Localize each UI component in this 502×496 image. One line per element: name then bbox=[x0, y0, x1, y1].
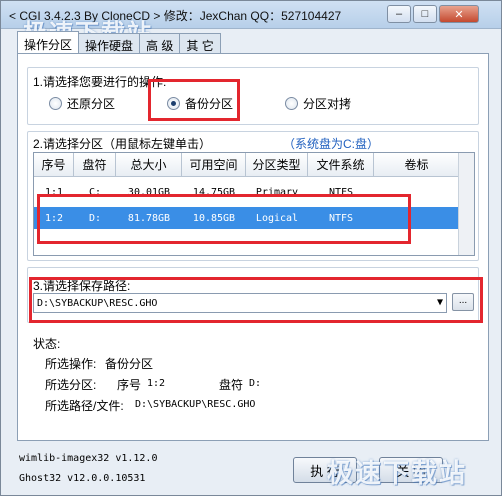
radio-clone-label: 分区对拷 bbox=[303, 97, 352, 111]
partition-label: 2.请选择分区（用鼠标左键单击） bbox=[33, 137, 212, 151]
highlight-box-path bbox=[29, 277, 483, 323]
ghost-version: Ghost32 v12.0.0.10531 bbox=[19, 473, 146, 484]
minimize-button[interactable]: – bbox=[387, 5, 411, 23]
tab-advanced[interactable]: 高 级 bbox=[139, 33, 181, 53]
table-scrollbar[interactable] bbox=[458, 153, 474, 255]
tab-other[interactable]: 其 它 bbox=[179, 33, 221, 53]
column-header[interactable]: 序号 bbox=[34, 153, 74, 177]
status-path-label: 所选路径/文件: bbox=[45, 399, 124, 413]
maximize-button[interactable]: □ bbox=[413, 5, 437, 23]
app-window: < CGI 3.4.2.3 By CloneCD > 修改：JexChan QQ… bbox=[0, 0, 502, 496]
column-header[interactable]: 文件系统 bbox=[308, 153, 374, 177]
system-disk-note: （系统盘为C:盘） bbox=[283, 137, 380, 151]
column-header[interactable]: 卷标 bbox=[374, 153, 460, 177]
table-header: 序号 盘符 总大小 可用空间 分区类型 文件系统 卷标 bbox=[34, 153, 460, 177]
tab-disk-ops[interactable]: 操作硬盘 bbox=[78, 33, 141, 53]
tab-partition-ops[interactable]: 操作分区 bbox=[17, 31, 80, 53]
status-operation-value: 备份分区 bbox=[105, 357, 154, 371]
watermark-bottom: 极速下载站 bbox=[327, 458, 468, 488]
column-header[interactable]: 盘符 bbox=[74, 153, 116, 177]
highlight-box-backup bbox=[148, 79, 240, 121]
status-drive-value: D: bbox=[249, 378, 262, 389]
tab-bar: 操作分区 操作硬盘 高 级 其 它 bbox=[17, 31, 221, 53]
status-title: 状态: bbox=[33, 337, 61, 351]
wimlib-version: wimlib-imagex32 v1.12.0 bbox=[19, 453, 158, 464]
status-operation-label: 所选操作: bbox=[45, 357, 97, 371]
radio-circle bbox=[49, 97, 62, 110]
operation-label: 1.请选择您要进行的操作: bbox=[33, 75, 167, 89]
column-header[interactable]: 可用空间 bbox=[182, 153, 246, 177]
column-header[interactable]: 分区类型 bbox=[246, 153, 308, 177]
status-partition-label: 所选分区: bbox=[45, 378, 97, 392]
close-window-button[interactable]: ✕ bbox=[439, 5, 479, 23]
radio-restore[interactable]: 还原分区 bbox=[49, 95, 115, 112]
radio-clone[interactable]: 分区对拷 bbox=[285, 95, 351, 112]
column-header[interactable]: 总大小 bbox=[116, 153, 182, 177]
status-path-value: D:\SYBACKUP\RESC.GHO bbox=[135, 399, 256, 410]
radio-circle bbox=[285, 97, 298, 110]
status-index-value: 1:2 bbox=[147, 378, 166, 389]
status-drive-label: 盘符 bbox=[219, 378, 244, 392]
status-index-label: 序号 bbox=[117, 378, 142, 392]
highlight-box-partition bbox=[37, 194, 411, 244]
radio-restore-label: 还原分区 bbox=[67, 97, 116, 111]
